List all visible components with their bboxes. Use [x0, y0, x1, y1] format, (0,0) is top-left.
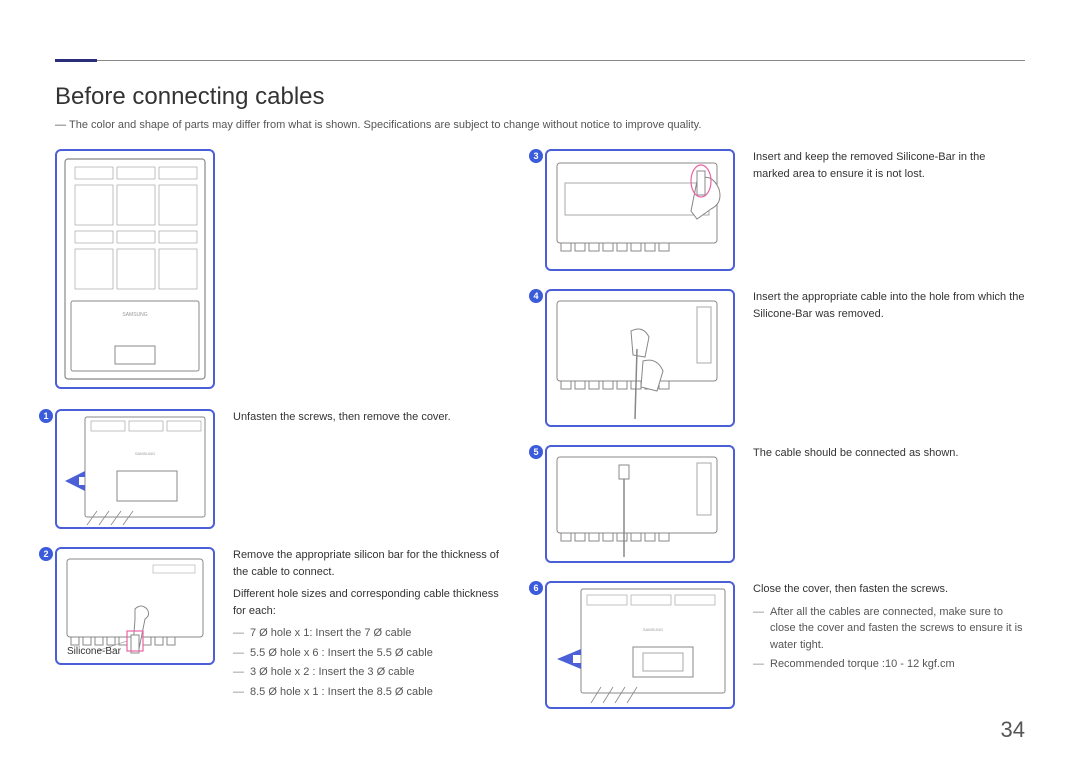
silicone-bar-label: Silicone-Bar: [67, 646, 121, 657]
step-2-badge: 2: [39, 547, 53, 561]
step-5-main: The cable should be connected as shown.: [753, 445, 1025, 462]
step-2-main2: Different hole sizes and corresponding c…: [233, 586, 505, 619]
top-note-text: The color and shape of parts may differ …: [69, 119, 701, 131]
right-column: 3 Insert and keep t: [545, 149, 1025, 727]
step-3-badge: 3: [529, 149, 543, 163]
step-2-row: 2: [55, 547, 505, 700]
step-6-main: Close the cover, then fasten the screws.: [753, 581, 1025, 598]
step-2-main1: Remove the appropriate silicon bar for t…: [233, 547, 505, 580]
svg-text:SAMSUNG: SAMSUNG: [135, 451, 155, 456]
step-2-text: Remove the appropriate silicon bar for t…: [233, 547, 505, 700]
step-2-bullet-0: ―7 Ø hole x 1: Insert the 7 Ø cable: [233, 625, 505, 642]
step-5-badge: 5: [529, 445, 543, 459]
step-6-badge: 6: [529, 581, 543, 595]
step-5-row: 5 The cable should be connected: [545, 445, 1025, 563]
step-1-badge: 1: [39, 409, 53, 423]
step-2-bullet-3: ―8.5 Ø hole x 1 : Insert the 8.5 Ø cable: [233, 684, 505, 701]
svg-text:SAMSUNG: SAMSUNG: [643, 627, 663, 632]
step-4-main: Insert the appropriate cable into the ho…: [753, 289, 1025, 322]
step-4-row: 4 Insert the approp: [545, 289, 1025, 427]
content-grid: SAMSUNG 1 SAMSUNG: [55, 149, 1025, 727]
step-2-bullet-1: ―5.5 Ø hole x 6 : Insert the 5.5 Ø cable: [233, 645, 505, 662]
step-5-diagram: [545, 445, 735, 563]
svg-text:SAMSUNG: SAMSUNG: [122, 312, 147, 318]
step-6-diagram: SAMSUNG: [545, 581, 735, 709]
step-6-bullet-0: ―After all the cables are connected, mak…: [753, 604, 1025, 654]
step-1-diagram: SAMSUNG: [55, 409, 215, 529]
step-1-main: Unfasten the screws, then remove the cov…: [233, 409, 505, 426]
step-3-row: 3 Insert and keep t: [545, 149, 1025, 271]
step-3-diagram: [545, 149, 735, 271]
overview-diagram: SAMSUNG: [55, 149, 215, 389]
step-2-diagram: Silicone-Bar: [55, 547, 215, 665]
left-column: SAMSUNG 1 SAMSUNG: [55, 149, 505, 727]
page-title: Before connecting cables: [55, 83, 1025, 111]
header-rule: [55, 60, 1025, 61]
step-6-text: Close the cover, then fasten the screws.…: [753, 581, 1025, 673]
step-1-row: 1 SAMSUNG: [55, 409, 505, 529]
step-1-text: Unfasten the screws, then remove the cov…: [233, 409, 505, 432]
step-3-main: Insert and keep the removed Silicone-Bar…: [753, 149, 1025, 182]
step-4-badge: 4: [529, 289, 543, 303]
step-5-text: The cable should be connected as shown.: [753, 445, 1025, 468]
step-4-diagram: [545, 289, 735, 427]
step-4-text: Insert the appropriate cable into the ho…: [753, 289, 1025, 328]
step-6-row: 6 SAMSUNG: [545, 581, 1025, 709]
step-2-bullet-2: ―3 Ø hole x 2 : Insert the 3 Ø cable: [233, 664, 505, 681]
page-number: 34: [1001, 717, 1025, 743]
step-3-text: Insert and keep the removed Silicone-Bar…: [753, 149, 1025, 188]
step-6-bullet-1: ―Recommended torque :10 - 12 kgf.cm: [753, 656, 1025, 673]
top-note: ―The color and shape of parts may differ…: [55, 119, 1025, 131]
